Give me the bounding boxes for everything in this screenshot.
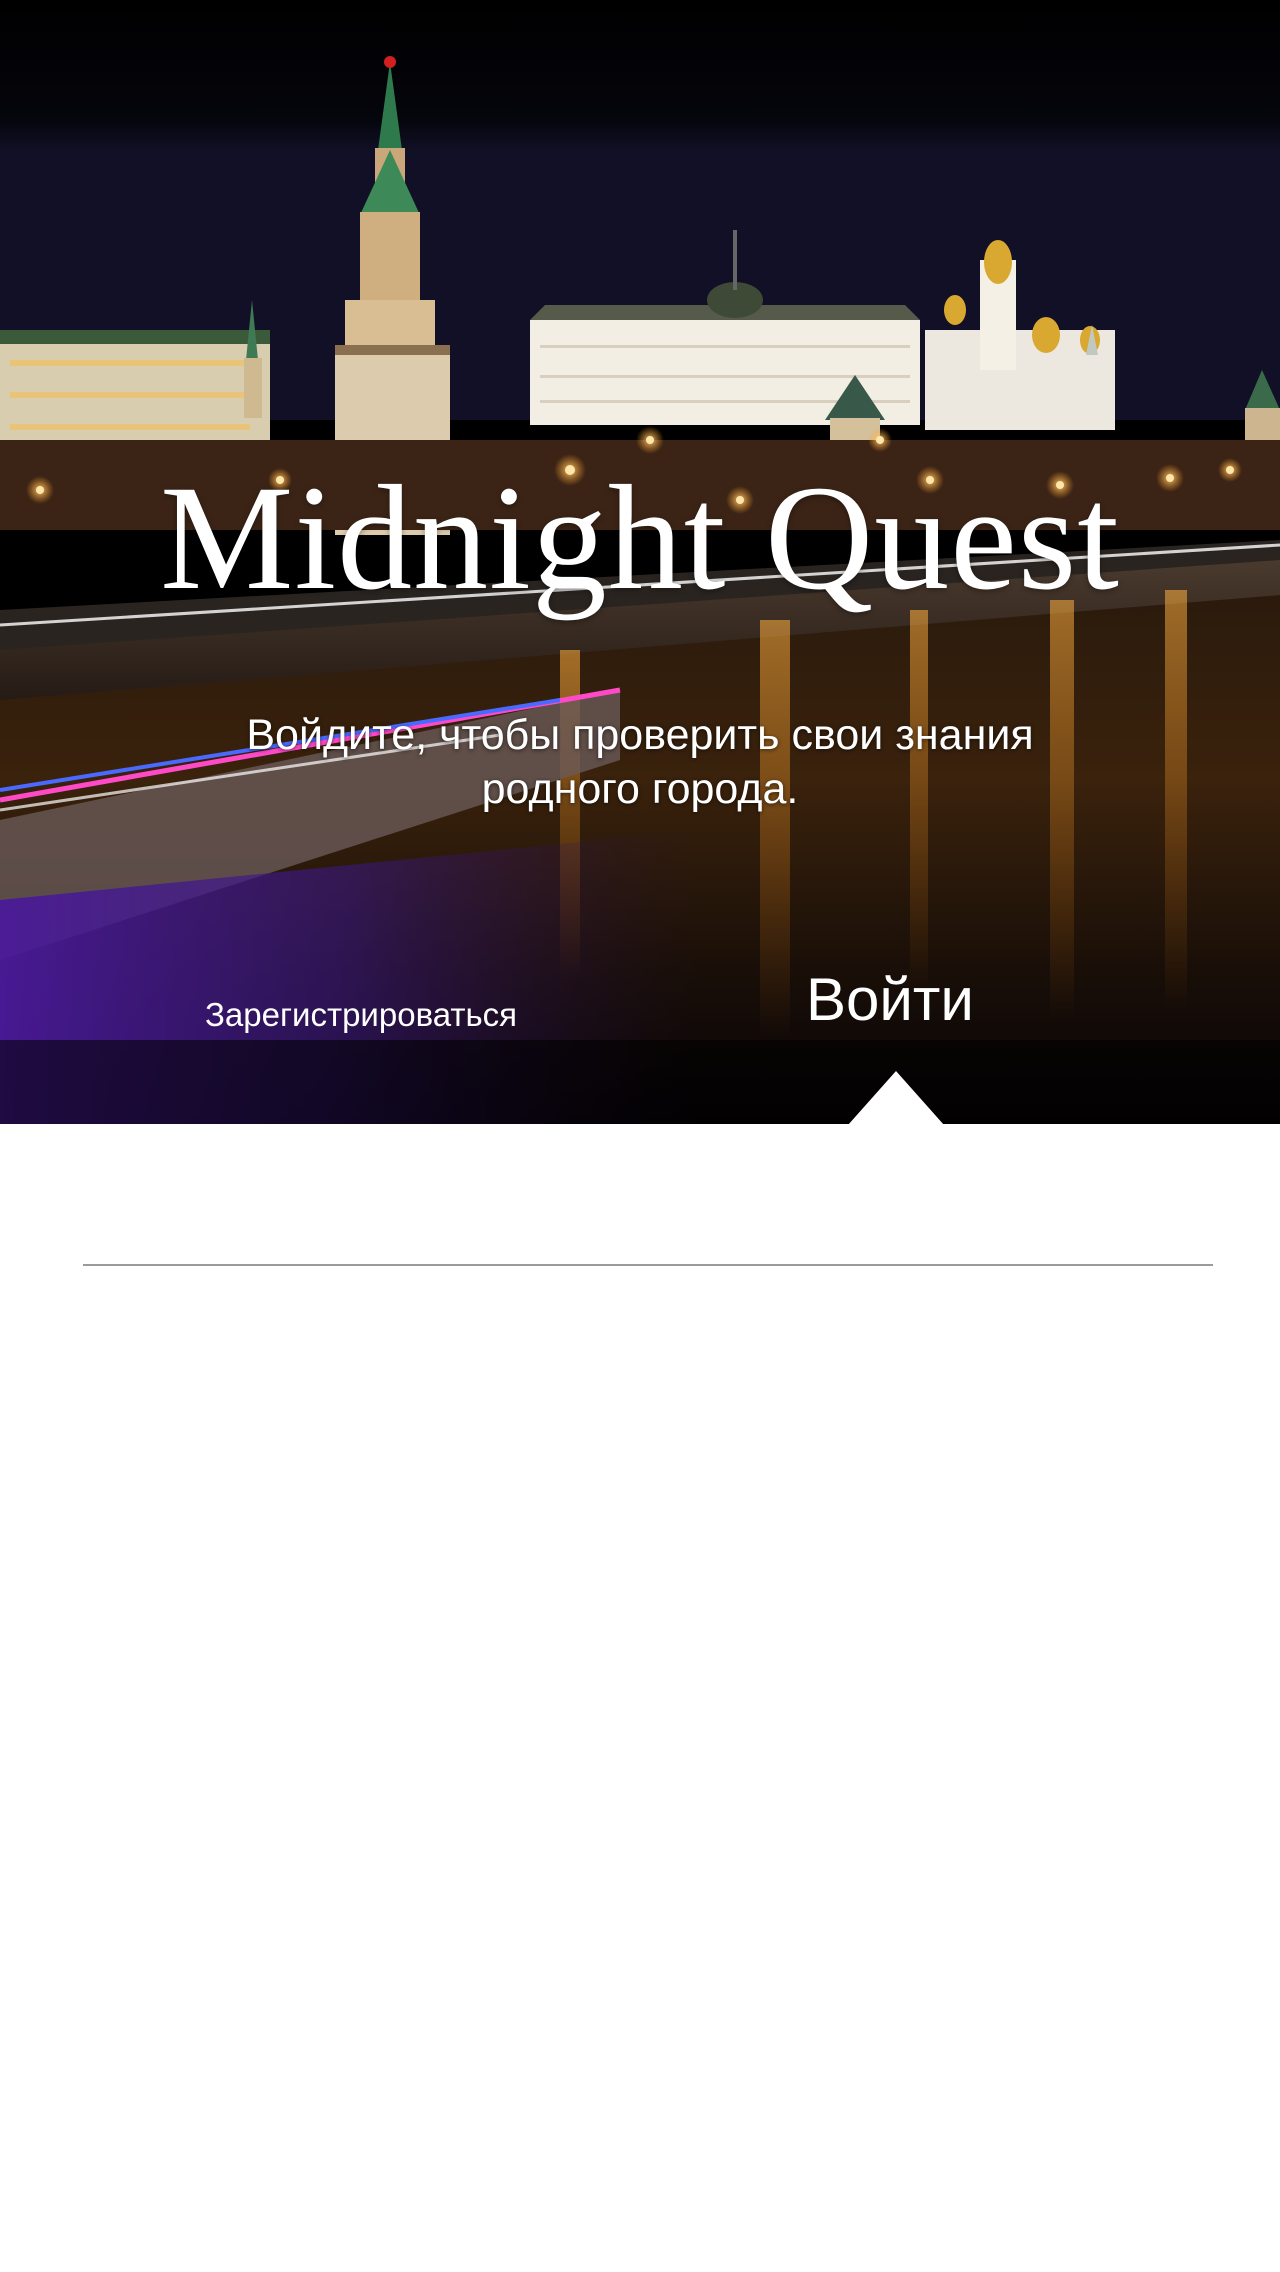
- tab-login[interactable]: Войти: [806, 965, 974, 1035]
- hero-banner: Midnight Quest Войдите, чтобы проверить …: [0, 0, 1280, 1124]
- tab-register[interactable]: Зарегистрироваться: [205, 995, 517, 1035]
- login-prompt-text: Войдите, чтобы проверить свои знания род…: [246, 711, 1034, 813]
- form-divider: [83, 1264, 1213, 1266]
- login-page: Midnight Quest Войдите, чтобы проверить …: [0, 0, 1280, 2272]
- active-tab-indicator: [848, 1071, 944, 1124]
- app-title: Midnight Quest: [160, 455, 1120, 621]
